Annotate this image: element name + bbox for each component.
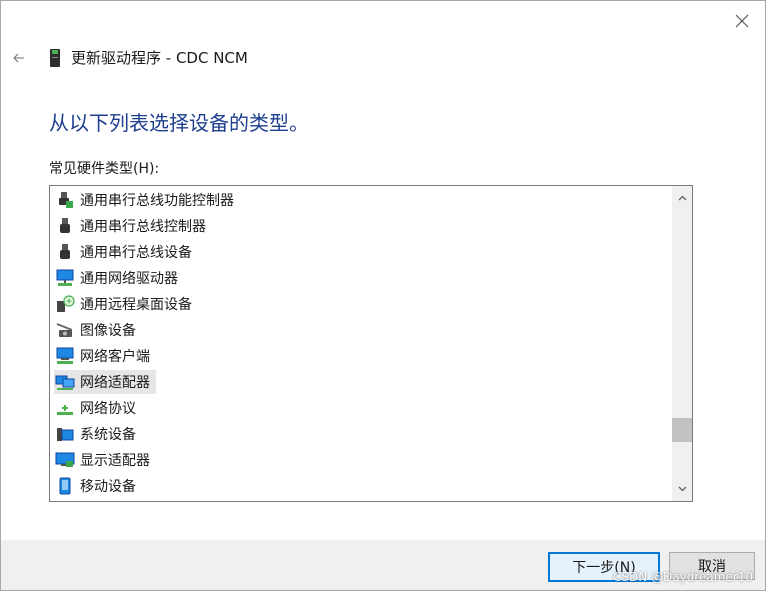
list-item-label: 图像设备 [80,323,136,339]
list-item[interactable]: 图像设备 [54,318,142,342]
list-items-container: 通用串行总线功能控制器 通用串行总线控制器 通用串行总线设备 通用网络驱动器 通… [50,186,670,501]
network-adapter-icon [54,372,76,392]
list-item-label: 通用串行总线控制器 [80,219,206,235]
system-device-icon [54,424,76,444]
list-item[interactable]: 系统设备 [54,422,142,446]
list-item-label: 通用串行总线功能控制器 [80,193,234,209]
usb-plug-icon [54,242,76,262]
display-adapter-icon [54,450,76,470]
list-item[interactable]: 通用远程桌面设备 [54,292,198,316]
list-item[interactable]: 移动设备 [54,474,142,498]
watermark-text: CSDN @Daydreamer10 [612,570,753,584]
arrow-left-icon [13,53,24,63]
usb-plug-icon [54,216,76,236]
list-item-label: 显示适配器 [80,453,150,469]
list-item-label: 网络协议 [80,401,136,417]
list-item-label: 移动设备 [80,479,136,495]
close-button[interactable] [727,7,757,35]
chevron-up-icon [678,195,686,201]
list-scrollbar[interactable] [672,186,692,501]
dialog-title: 更新驱动程序 - CDC NCM [71,49,248,67]
usb-device-icon [50,48,60,67]
list-item[interactable]: 通用串行总线设备 [54,240,198,264]
close-icon [735,14,749,28]
list-item[interactable]: 通用串行总线控制器 [54,214,212,238]
back-button[interactable] [9,48,29,68]
list-item[interactable]: 通用串行总线功能控制器 [54,188,240,212]
mobile-device-icon [54,476,76,496]
list-item-label: 网络客户端 [80,349,150,365]
network-protocol-icon [54,398,76,418]
update-driver-dialog: 更新驱动程序 - CDC NCM 从以下列表选择设备的类型。 常见硬件类型(H)… [0,0,766,591]
list-item[interactable]: 显示适配器 [54,448,156,472]
network-drive-icon [54,268,76,288]
scroll-up-button[interactable] [672,188,692,208]
list-item-label: 网络适配器 [80,375,150,391]
hardware-types-list[interactable]: 通用串行总线功能控制器 通用串行总线控制器 通用串行总线设备 通用网络驱动器 通… [49,185,693,502]
scroll-down-button[interactable] [672,479,692,499]
list-item-label: 通用远程桌面设备 [80,297,192,313]
list-item[interactable]: 网络客户端 [54,344,156,368]
camera-icon [54,320,76,340]
hardware-types-label: 常见硬件类型(H): [49,161,160,177]
list-item-label: 通用串行总线设备 [80,245,192,261]
dialog-footer: 下一步(N) 取消 CSDN @Daydreamer10 [1,540,765,590]
list-item-selected[interactable]: 网络适配器 [54,370,156,394]
list-item[interactable]: 网络协议 [54,396,142,420]
usb-plug-green-icon [54,190,76,210]
page-heading: 从以下列表选择设备的类型。 [49,111,309,135]
remote-desktop-icon [54,294,76,314]
dialog-title-row: 更新驱动程序 - CDC NCM [49,47,248,68]
list-item[interactable]: 通用网络驱动器 [54,266,184,290]
network-client-icon [54,346,76,366]
chevron-down-icon [678,486,686,492]
list-item-label: 通用网络驱动器 [80,271,178,287]
list-item-label: 系统设备 [80,427,136,443]
scrollbar-thumb[interactable] [672,417,692,442]
